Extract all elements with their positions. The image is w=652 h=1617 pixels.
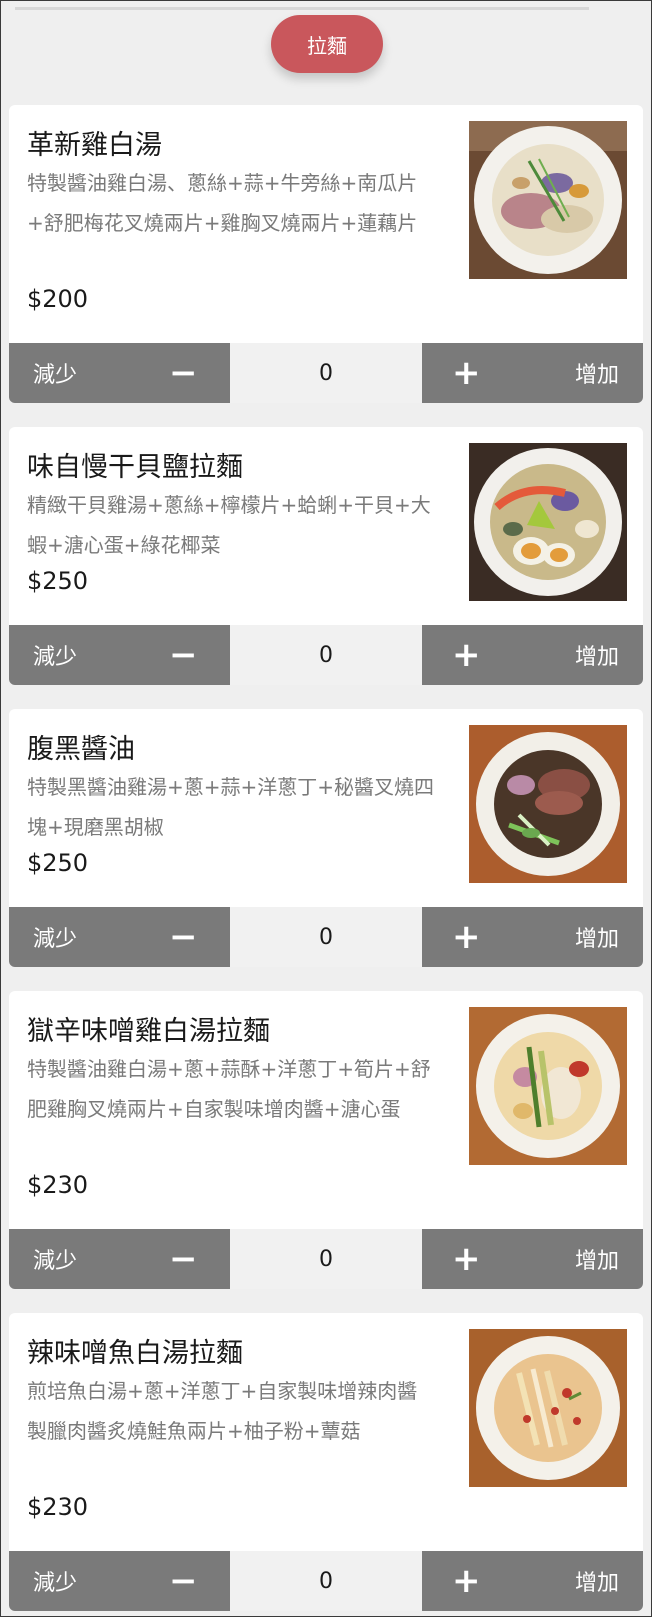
- increase-label: 增加: [574, 1571, 619, 1596]
- quantity-bar: 減少 − 0 + 增加: [9, 343, 643, 403]
- item-description: 特製醬油雞白湯+蔥+蒜酥+洋蔥丁+筍片+舒肥雞胸叉燒兩片+自家製味增肉醬+溏心蛋: [27, 1057, 431, 1121]
- item-price: $250: [27, 567, 89, 595]
- menu-item-card: 味自慢干貝鹽拉麵 精緻干貝雞湯+蔥絲+檸檬片+蛤蜊+干貝+大蝦+溏心蛋+綠花椰菜…: [9, 427, 643, 685]
- decrease-button[interactable]: 減少 −: [9, 343, 230, 403]
- quantity-value: 0: [230, 1229, 422, 1289]
- item-photo: [469, 725, 627, 883]
- quantity-bar: 減少 − 0 + 增加: [9, 907, 643, 967]
- item-photo: [469, 1007, 627, 1165]
- decrease-label: 減少: [33, 1249, 78, 1274]
- menu-item-card: 辣味噌魚白湯拉麵 煎培魚白湯+蔥+洋蔥丁+自家製味增辣肉醬製臘肉醬炙燒鮭魚兩片+…: [9, 1313, 643, 1611]
- quantity-value: 0: [230, 343, 422, 403]
- quantity-value: 0: [230, 907, 422, 967]
- menu-screen: 拉麵 革新雞白湯 特製醬油雞白湯、蔥絲+蒜+牛旁絲+南瓜片+舒肥梅花叉燒兩片+雞…: [0, 0, 652, 1617]
- increase-button[interactable]: + 增加: [422, 907, 643, 967]
- increase-label: 增加: [574, 927, 619, 952]
- item-photo: [469, 443, 627, 601]
- decrease-label: 減少: [33, 927, 78, 952]
- decrease-button[interactable]: 減少 −: [9, 907, 230, 967]
- item-name: 辣味噌魚白湯拉麵: [27, 1338, 243, 1369]
- plus-icon: +: [452, 635, 481, 675]
- quantity-value: 0: [230, 625, 422, 685]
- minus-icon: −: [169, 635, 198, 675]
- plus-icon: +: [452, 1561, 481, 1601]
- increase-button[interactable]: + 增加: [422, 343, 643, 403]
- category-tab-ramen[interactable]: 拉麵: [271, 15, 383, 73]
- item-price: $250: [27, 849, 89, 877]
- scroll-indicator: [15, 7, 589, 10]
- item-name: 革新雞白湯: [27, 130, 162, 161]
- item-description: 特製黑醬油雞湯+蔥+蒜+洋蔥丁+秘醬叉燒四塊+現磨黑胡椒: [27, 775, 435, 839]
- decrease-label: 減少: [33, 363, 78, 388]
- item-price: $230: [27, 1171, 89, 1199]
- decrease-label: 減少: [33, 645, 78, 670]
- item-name: 腹黑醬油: [27, 734, 135, 765]
- item-description: 精緻干貝雞湯+蔥絲+檸檬片+蛤蜊+干貝+大蝦+溏心蛋+綠花椰菜: [27, 493, 431, 557]
- increase-button[interactable]: + 增加: [422, 1229, 643, 1289]
- plus-icon: +: [452, 353, 481, 393]
- increase-label: 增加: [574, 363, 619, 388]
- item-price: $230: [27, 1493, 89, 1521]
- menu-item-card: 革新雞白湯 特製醬油雞白湯、蔥絲+蒜+牛旁絲+南瓜片+舒肥梅花叉燒兩片+雞胸叉燒…: [9, 105, 643, 403]
- item-price: $200: [27, 285, 89, 313]
- menu-item-card: 獄辛味噌雞白湯拉麵 特製醬油雞白湯+蔥+蒜酥+洋蔥丁+筍片+舒肥雞胸叉燒兩片+自…: [9, 991, 643, 1289]
- item-photo: [469, 121, 627, 279]
- minus-icon: −: [169, 917, 198, 957]
- decrease-button[interactable]: 減少 −: [9, 1551, 230, 1611]
- increase-button[interactable]: + 增加: [422, 625, 643, 685]
- plus-icon: +: [452, 917, 481, 957]
- item-description: 煎培魚白湯+蔥+洋蔥丁+自家製味增辣肉醬製臘肉醬炙燒鮭魚兩片+柚子粉+蕈菇: [27, 1379, 418, 1443]
- menu-item-card: 腹黑醬油 特製黑醬油雞湯+蔥+蒜+洋蔥丁+秘醬叉燒四塊+現磨黑胡椒 $250 減…: [9, 709, 643, 967]
- decrease-button[interactable]: 減少 −: [9, 625, 230, 685]
- minus-icon: −: [169, 353, 198, 393]
- increase-button[interactable]: + 增加: [422, 1551, 643, 1611]
- item-name: 味自慢干貝鹽拉麵: [27, 452, 243, 483]
- minus-icon: −: [169, 1239, 198, 1279]
- item-description: 特製醬油雞白湯、蔥絲+蒜+牛旁絲+南瓜片+舒肥梅花叉燒兩片+雞胸叉燒兩片+蓮藕片: [27, 171, 418, 235]
- quantity-value: 0: [230, 1551, 422, 1611]
- quantity-bar: 減少 − 0 + 增加: [9, 625, 643, 685]
- minus-icon: −: [169, 1561, 198, 1601]
- item-name: 獄辛味噌雞白湯拉麵: [27, 1016, 270, 1047]
- item-photo: [469, 1329, 627, 1487]
- decrease-label: 減少: [33, 1571, 78, 1596]
- plus-icon: +: [452, 1239, 481, 1279]
- increase-label: 增加: [574, 1249, 619, 1274]
- increase-label: 增加: [574, 645, 619, 670]
- quantity-bar: 減少 − 0 + 增加: [9, 1229, 643, 1289]
- decrease-button[interactable]: 減少 −: [9, 1229, 230, 1289]
- quantity-bar: 減少 − 0 + 增加: [9, 1551, 643, 1611]
